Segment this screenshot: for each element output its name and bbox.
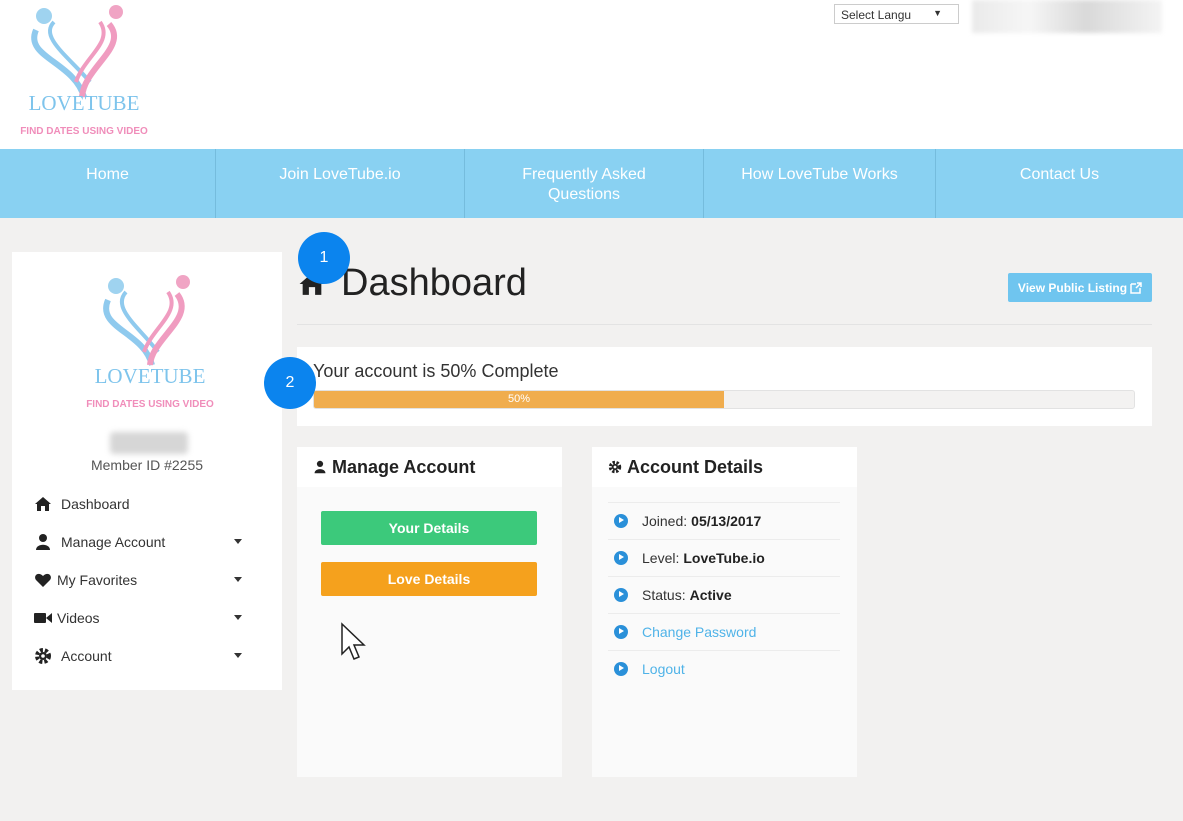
change-password-row[interactable]: Change Password	[608, 613, 840, 649]
sidebar-logo: LOVETUBE FIND DATES USING VIDEO	[78, 270, 223, 410]
chevron-down-icon	[234, 577, 242, 582]
logout-row[interactable]: Logout	[608, 650, 840, 686]
play-circle-icon	[614, 661, 628, 676]
site-header: LOVETUBE FIND DATES USING VIDEO Select L…	[0, 0, 1183, 149]
sidebar-item-label: Videos	[57, 610, 100, 626]
member-name-blurred	[110, 432, 188, 454]
sidebar-item-dashboard[interactable]: Dashboard	[34, 493, 264, 515]
play-circle-icon	[614, 624, 628, 639]
sidebar-item-label: My Favorites	[57, 572, 138, 588]
nav-faq[interactable]: Frequently Asked Questions	[465, 149, 704, 218]
nav-how-it-works[interactable]: How LoveTube Works	[704, 149, 936, 218]
sidebar-item-label: Manage Account	[61, 534, 166, 550]
level-row: Level: LoveTube.io	[608, 539, 840, 575]
nav-home[interactable]: Home	[0, 149, 216, 218]
divider	[297, 324, 1152, 325]
change-password-link[interactable]: Change Password	[642, 624, 756, 640]
site-logo[interactable]: LOVETUBE FIND DATES USING VIDEO	[14, 2, 154, 138]
manage-account-header: Manage Account	[297, 447, 562, 487]
member-id: Member ID #2255	[90, 457, 204, 473]
mouse-cursor-icon	[341, 622, 366, 660]
nav-join[interactable]: Join LoveTube.io	[216, 149, 465, 218]
account-details-header: Account Details	[592, 447, 857, 487]
step-badge-2: 2	[264, 357, 316, 409]
account-details-card: Account Details Joined: 05/13/2017 Level:…	[592, 447, 857, 777]
user-icon	[314, 460, 326, 474]
play-circle-icon	[614, 550, 628, 565]
main-nav: Home Join LoveTube.io Frequently Asked Q…	[0, 149, 1183, 218]
manage-account-card: Manage Account Your Details Love Details	[297, 447, 562, 777]
home-icon	[35, 497, 51, 511]
chevron-down-icon: ▼	[933, 8, 942, 18]
user-icon	[36, 534, 50, 550]
gear-icon	[608, 460, 622, 474]
love-details-button[interactable]: Love Details	[321, 562, 537, 596]
blurred-user-area	[972, 0, 1162, 33]
progress-fill: 50%	[314, 391, 724, 408]
chevron-down-icon	[234, 615, 242, 620]
language-select[interactable]: Select Langu ▼	[834, 4, 959, 24]
profile-progress-card: Your account is 50% Complete 50%	[297, 347, 1152, 426]
svg-text:LOVETUBE: LOVETUBE	[95, 364, 206, 388]
progress-bar: 50%	[313, 390, 1135, 409]
heart-icon	[35, 573, 51, 587]
sidebar-item-account[interactable]: Account	[34, 645, 264, 667]
joined-row: Joined: 05/13/2017	[608, 502, 840, 538]
sidebar-item-label: Dashboard	[61, 496, 130, 512]
svg-text:FIND DATES USING VIDEO: FIND DATES USING VIDEO	[86, 399, 214, 410]
sidebar-item-manage-account[interactable]: Manage Account	[34, 531, 264, 553]
external-link-icon	[1130, 281, 1142, 294]
svg-text:LOVETUBE: LOVETUBE	[29, 91, 140, 115]
view-public-listing-button[interactable]: View Public Listing	[1008, 273, 1152, 302]
play-circle-icon	[614, 513, 628, 528]
status-row: Status: Active	[608, 576, 840, 612]
your-details-button[interactable]: Your Details	[321, 511, 537, 545]
svg-text:FIND DATES USING VIDEO: FIND DATES USING VIDEO	[20, 126, 148, 137]
play-circle-icon	[614, 587, 628, 602]
chevron-down-icon	[234, 539, 242, 544]
sidebar-item-my-favorites[interactable]: My Favorites	[34, 569, 264, 591]
sidebar-item-videos[interactable]: Videos	[34, 607, 264, 629]
sidebar: LOVETUBE FIND DATES USING VIDEO Member I…	[12, 252, 282, 690]
sidebar-item-label: Account	[61, 648, 112, 664]
gear-icon	[35, 648, 51, 664]
video-camera-icon	[34, 613, 52, 623]
nav-contact[interactable]: Contact Us	[936, 149, 1183, 218]
logout-link[interactable]: Logout	[642, 661, 685, 677]
chevron-down-icon	[234, 653, 242, 658]
progress-text: Your account is 50% Complete	[313, 361, 559, 381]
step-badge-1: 1	[298, 232, 350, 284]
